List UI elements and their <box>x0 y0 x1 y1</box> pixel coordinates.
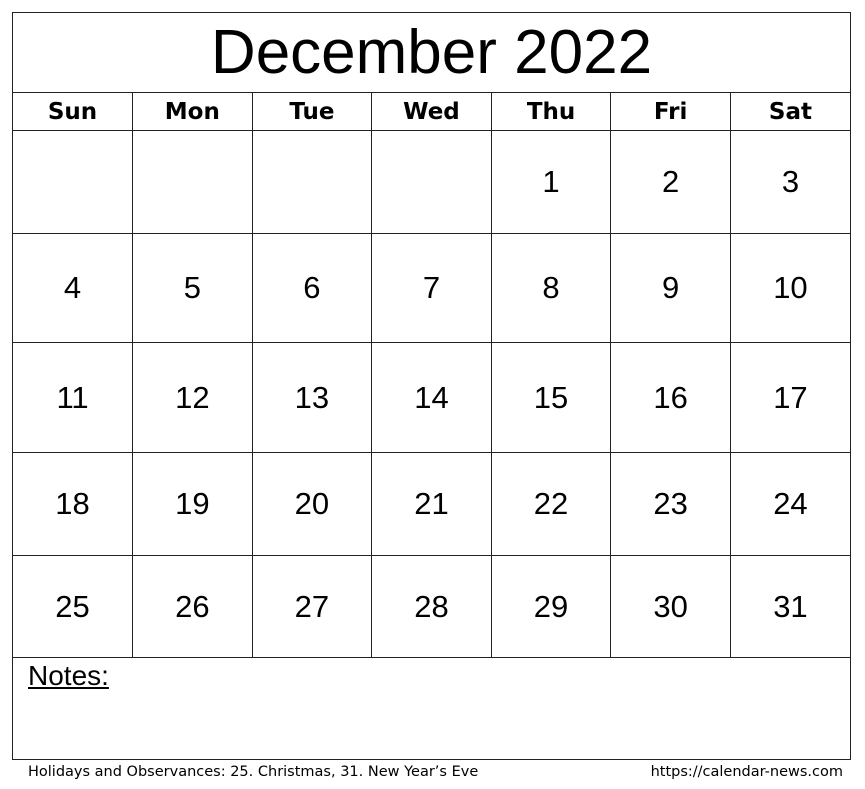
weekday-header: Tue <box>251 93 373 131</box>
notes-area: Notes: <box>13 658 850 759</box>
notes-label: Notes: <box>28 660 109 691</box>
weekday-header: Mon <box>132 93 253 131</box>
day-cell: 30 <box>610 555 731 658</box>
day-cell: 3 <box>729 130 850 234</box>
weekday-header: Sun <box>13 93 134 131</box>
week-row: 25 26 27 28 29 30 31 <box>13 555 850 658</box>
day-cell: 29 <box>490 555 612 658</box>
day-cell: 5 <box>132 233 253 343</box>
day-cell: 26 <box>132 555 253 658</box>
day-cell: 13 <box>251 342 373 453</box>
week-row: 18 19 20 21 22 23 24 <box>13 452 850 556</box>
day-cell: 17 <box>729 342 850 453</box>
empty-day-cell <box>251 130 373 234</box>
day-cell: 27 <box>251 555 373 658</box>
weekday-header: Sat <box>729 93 850 131</box>
week-row: 11 12 13 14 15 16 17 <box>13 342 850 453</box>
day-cell: 19 <box>132 452 253 556</box>
empty-day-cell <box>13 130 134 234</box>
day-cell: 28 <box>371 555 492 658</box>
day-cell: 1 <box>490 130 612 234</box>
day-cell: 11 <box>13 342 134 453</box>
day-cell: 12 <box>132 342 253 453</box>
website-url: https://calendar-news.com <box>650 764 843 780</box>
day-cell: 8 <box>490 233 612 343</box>
holidays-text: Holidays and Observances: 25. Christmas,… <box>28 764 479 780</box>
calendar-title: December 2022 <box>13 13 850 93</box>
day-cell: 18 <box>13 452 134 556</box>
day-cell: 16 <box>610 342 731 453</box>
calendar-grid: Sun Mon Tue Wed Thu Fri Sat 1 2 3 4 5 6 7 8 9 10 11 12 13 1… <box>13 93 850 658</box>
calendar: December 2022 Sun Mon Tue Wed Thu Fri Sat 1234… <box>12 12 851 760</box>
day-cell: 2 <box>610 130 731 234</box>
day-cell: 23 <box>610 452 731 556</box>
week-row: 4 5 6 7 8 9 10 <box>13 233 850 343</box>
day-cell: 6 <box>251 233 373 343</box>
day-cell: 7 <box>371 233 492 343</box>
day-cell: 20 <box>251 452 373 556</box>
day-cell: 22 <box>490 452 612 556</box>
weekday-header: Fri <box>610 93 731 131</box>
day-cell: 4 <box>13 233 134 343</box>
weekday-header: Wed <box>371 93 492 131</box>
day-cell: 24 <box>729 452 850 556</box>
day-cell: 31 <box>729 555 850 658</box>
day-cell: 21 <box>371 452 492 556</box>
empty-day-cell <box>371 130 492 234</box>
weekday-header: Thu <box>490 93 612 131</box>
day-cell: 9 <box>610 233 731 343</box>
week-row: 123 <box>13 130 850 234</box>
day-cell: 14 <box>371 342 492 453</box>
day-cell: 15 <box>490 342 612 453</box>
empty-day-cell <box>132 130 253 234</box>
day-cell: 25 <box>13 555 134 658</box>
day-cell: 10 <box>729 233 850 343</box>
